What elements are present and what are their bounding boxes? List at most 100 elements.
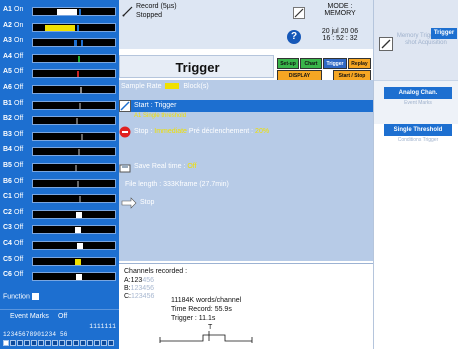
channel-state[interactable]: Off: [14, 256, 23, 263]
channel-name: C1: [3, 193, 12, 201]
channel-level-bar: [32, 178, 116, 188]
channel-state[interactable]: Off: [14, 271, 23, 278]
channel-level-bar: [32, 22, 116, 32]
event-marks-value[interactable]: Off: [58, 313, 67, 320]
sample-rate-row[interactable]: Sample Rate Block(s): [121, 83, 209, 90]
channel-level-bar: [32, 256, 116, 266]
channel-state[interactable]: Off: [14, 240, 23, 247]
save-row[interactable]: Save Real time : Off: [134, 163, 197, 170]
function-checkbox[interactable]: [31, 293, 39, 300]
date-value: 20 jul 20 06: [321, 28, 359, 35]
ch-a-label: A:: [124, 277, 131, 284]
record-stats: 11184K words/channel Time Record: 55.9s …: [171, 296, 241, 323]
channel-state[interactable]: Off: [14, 68, 23, 75]
channel-state[interactable]: Off: [14, 131, 23, 138]
channel-state[interactable]: Off: [14, 146, 23, 153]
pre-trigger-label: Pré déclenchement :: [188, 128, 254, 135]
ch-b-label: B:: [124, 285, 131, 292]
event-marks-area[interactable]: Event Marks Off 1111111 12345678901234 5…: [0, 309, 119, 349]
event-mark-box[interactable]: [80, 340, 86, 346]
mode-line1: MODE :: [327, 3, 353, 10]
event-mark-box[interactable]: [52, 340, 58, 346]
ch-c-label: C:: [124, 293, 131, 300]
trigger-button[interactable]: Trigger: [323, 58, 347, 69]
help-icon[interactable]: ?: [287, 30, 301, 44]
stop-row[interactable]: Stop : Immediate Pré déclenchement : 20%: [134, 128, 269, 135]
ch-b-dim: 123456: [130, 285, 154, 292]
channel-position-marker: [79, 196, 81, 203]
save-value[interactable]: Off: [187, 163, 196, 170]
trigger-settings: Sample Rate Block(s) Start : Trigger A1 …: [119, 80, 373, 261]
event-mark-box[interactable]: [24, 340, 30, 346]
mode-label: MODE : MEMORY: [315, 3, 365, 17]
event-mark-box[interactable]: [17, 340, 23, 346]
single-threshold-button[interactable]: Single Threshold: [384, 124, 452, 136]
event-mark-box[interactable]: [73, 340, 79, 346]
channel-state[interactable]: Off: [14, 100, 23, 107]
event-mark-box[interactable]: [94, 340, 100, 346]
event-mark-box[interactable]: [38, 340, 44, 346]
function-row[interactable]: Function: [3, 293, 39, 300]
channel-position-marker: [76, 118, 78, 125]
channel-state[interactable]: Off: [14, 178, 23, 185]
channel-state[interactable]: Off: [14, 193, 23, 200]
channel-state[interactable]: On: [14, 6, 23, 13]
channel-position-marker: [77, 71, 79, 78]
loop-label[interactable]: Stop: [140, 199, 154, 206]
replay-button[interactable]: Replay: [348, 58, 371, 69]
channel-level-bar: [32, 272, 116, 282]
channel-name: A5: [3, 68, 12, 76]
start-row[interactable]: Start : Trigger: [119, 100, 373, 112]
page-title: Trigger: [175, 60, 220, 75]
channel-state[interactable]: Off: [14, 84, 23, 91]
channel-level-bar: [32, 209, 116, 219]
channel-position-marker: [80, 87, 82, 93]
event-mark-box[interactable]: [3, 340, 9, 346]
channels-recorded-c: C:123456: [124, 293, 154, 300]
channel-level-bar: [32, 38, 116, 48]
event-mark-boxes[interactable]: [3, 340, 114, 346]
stop-icon: [119, 126, 131, 138]
sidebar-trigger-button[interactable]: Trigger: [431, 28, 457, 39]
channel-row-c6[interactable]: C6 Off: [0, 267, 119, 286]
record-state: Stopped: [136, 12, 163, 19]
event-mark-box[interactable]: [31, 340, 37, 346]
event-mark-box[interactable]: [66, 340, 72, 346]
channel-name: A3: [3, 37, 12, 45]
channel-state[interactable]: Off: [14, 53, 23, 60]
channel-name: A4: [3, 52, 12, 60]
channel-level-bar: [32, 163, 116, 172]
file-length-row: File length : 333Kframe (27.7min): [125, 181, 229, 188]
event-mark-box[interactable]: [45, 340, 51, 346]
channel-name: A2: [3, 21, 12, 29]
record-label: Record (5µs): [136, 3, 177, 10]
channel-level-bar: [32, 116, 116, 126]
stop-value[interactable]: Immediate: [154, 128, 187, 135]
mode-line2: MEMORY: [324, 10, 356, 17]
channel-name: C5: [3, 255, 12, 263]
event-mark-box[interactable]: [87, 340, 93, 346]
channel-position-marker: [77, 24, 79, 31]
event-mark-box[interactable]: [59, 340, 65, 346]
channel-position-marker: [75, 258, 81, 265]
channel-state[interactable]: Off: [14, 224, 23, 231]
analog-chan-button[interactable]: Analog Chan.: [384, 87, 452, 99]
channel-state[interactable]: Off: [14, 115, 23, 122]
sample-rate-value[interactable]: [165, 83, 180, 90]
channel-state[interactable]: On: [14, 22, 23, 29]
event-mark-box[interactable]: [10, 340, 16, 346]
pre-trigger-value[interactable]: 20%: [255, 128, 269, 135]
timeline-t-marker: T: [208, 324, 213, 331]
channel-state[interactable]: Off: [14, 162, 23, 169]
event-mark-box[interactable]: [108, 340, 114, 346]
channel-state[interactable]: Off: [14, 209, 23, 216]
event-mark-box[interactable]: [101, 340, 107, 346]
channel-state[interactable]: On: [14, 37, 23, 44]
chart-button[interactable]: Chart: [300, 58, 322, 69]
channel-panel: A1 On A2 On A3 On A4 Off A5 Off A6 Off B1 Off B2 Off B3 O…: [0, 0, 119, 349]
channel-position-marker: [81, 133, 83, 140]
channel-name: B2: [3, 115, 12, 123]
setup-button[interactable]: Set-up: [277, 58, 299, 69]
record-pen-icon: [122, 6, 133, 17]
channel-position-marker: [78, 55, 80, 62]
